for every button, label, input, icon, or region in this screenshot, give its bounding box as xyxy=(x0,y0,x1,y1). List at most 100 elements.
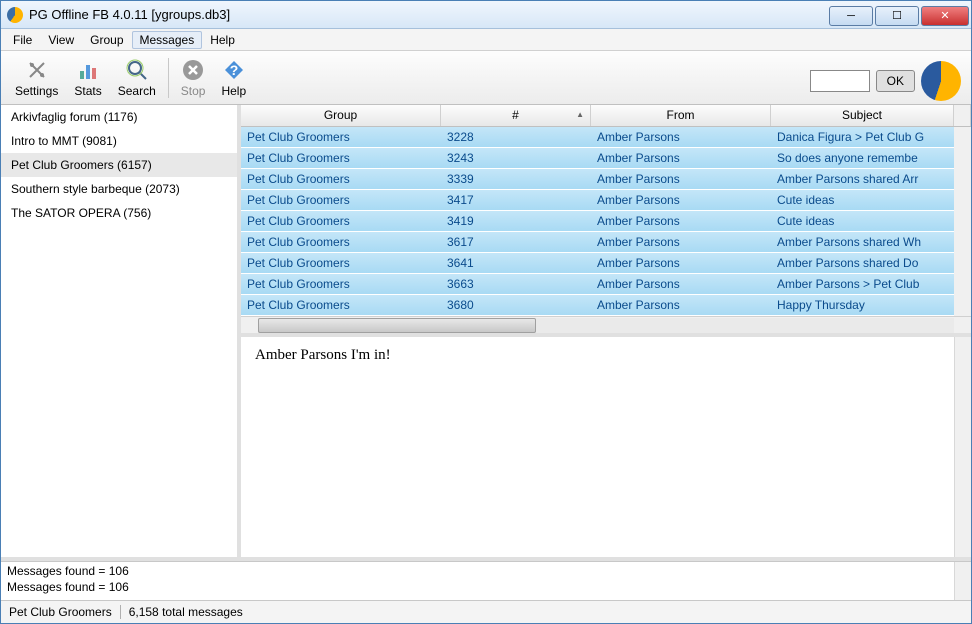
cell-from: Amber Parsons xyxy=(591,235,771,249)
cell-subject: Cute ideas xyxy=(771,214,971,228)
cell-from: Amber Parsons xyxy=(591,130,771,144)
cell-subject: Happy Thursday xyxy=(771,298,971,312)
titlebar[interactable]: PG Offline FB 4.0.11 [ygroups.db3] ─ ☐ ✕ xyxy=(1,1,971,29)
sidebar-group-item[interactable]: Intro to MMT (9081) xyxy=(1,129,237,153)
grid-header: Group #▲ From Subject xyxy=(241,105,971,127)
cell-group: Pet Club Groomers xyxy=(241,172,441,186)
log-panel: Messages found = 106 Messages found = 10… xyxy=(1,561,971,601)
ok-button[interactable]: OK xyxy=(876,70,915,92)
cell-number: 3663 xyxy=(441,277,591,291)
cell-from: Amber Parsons xyxy=(591,193,771,207)
cell-number: 3339 xyxy=(441,172,591,186)
cell-group: Pet Club Groomers xyxy=(241,214,441,228)
minimize-button[interactable]: ─ xyxy=(829,6,873,26)
cell-from: Amber Parsons xyxy=(591,172,771,186)
message-grid: Group #▲ From Subject Pet Club Groomers3… xyxy=(241,105,971,337)
stop-button[interactable]: Stop xyxy=(175,56,212,100)
cell-subject: Amber Parsons shared Do xyxy=(771,256,971,270)
status-total: 6,158 total messages xyxy=(129,605,243,619)
log-line: Messages found = 106 xyxy=(7,580,965,596)
cell-number: 3419 xyxy=(441,214,591,228)
status-bar: Pet Club Groomers 6,158 total messages xyxy=(1,601,971,623)
table-row[interactable]: Pet Club Groomers3228Amber ParsonsDanica… xyxy=(241,127,971,148)
preview-text: Amber Parsons I'm in! xyxy=(255,347,391,363)
cell-from: Amber Parsons xyxy=(591,277,771,291)
horizontal-scrollbar[interactable] xyxy=(241,316,971,333)
app-window: PG Offline FB 4.0.11 [ygroups.db3] ─ ☐ ✕… xyxy=(0,0,972,624)
column-subject[interactable]: Subject xyxy=(771,105,954,126)
cell-subject: Cute ideas xyxy=(771,193,971,207)
cell-subject: Amber Parsons shared Wh xyxy=(771,235,971,249)
sidebar-group-item[interactable]: Southern style barbeque (2073) xyxy=(1,177,237,201)
cell-from: Amber Parsons xyxy=(591,151,771,165)
preview-scrollbar[interactable] xyxy=(954,337,971,557)
cell-group: Pet Club Groomers xyxy=(241,277,441,291)
maximize-button[interactable]: ☐ xyxy=(875,6,919,26)
sidebar-group-item[interactable]: Pet Club Groomers (6157) xyxy=(1,153,237,177)
stats-icon xyxy=(76,58,100,82)
search-input[interactable] xyxy=(810,70,870,92)
toolbar: Settings Stats Search Stop ? Help OK xyxy=(1,51,971,105)
cell-subject: Amber Parsons shared Arr xyxy=(771,172,971,186)
vertical-scrollbar[interactable] xyxy=(954,127,971,316)
cell-group: Pet Club Groomers xyxy=(241,130,441,144)
cell-subject: Amber Parsons > Pet Club xyxy=(771,277,971,291)
cell-group: Pet Club Groomers xyxy=(241,151,441,165)
help-icon: ? xyxy=(222,58,246,82)
table-row[interactable]: Pet Club Groomers3663Amber ParsonsAmber … xyxy=(241,274,971,295)
cell-number: 3641 xyxy=(441,256,591,270)
scrollbar-thumb[interactable] xyxy=(258,318,536,333)
table-row[interactable]: Pet Club Groomers3641Amber ParsonsAmber … xyxy=(241,253,971,274)
table-row[interactable]: Pet Club Groomers3617Amber ParsonsAmber … xyxy=(241,232,971,253)
scroll-corner xyxy=(954,105,971,126)
close-button[interactable]: ✕ xyxy=(921,6,969,26)
cell-group: Pet Club Groomers xyxy=(241,298,441,312)
grid-body[interactable]: Pet Club Groomers3228Amber ParsonsDanica… xyxy=(241,127,971,316)
cell-group: Pet Club Groomers xyxy=(241,235,441,249)
settings-button[interactable]: Settings xyxy=(9,56,64,100)
status-group: Pet Club Groomers xyxy=(9,605,112,619)
search-button[interactable]: Search xyxy=(112,56,162,100)
stats-button[interactable]: Stats xyxy=(68,56,107,100)
groups-sidebar: Arkivfaglig forum (1176)Intro to MMT (90… xyxy=(1,105,241,557)
menu-group[interactable]: Group xyxy=(82,31,131,49)
menu-messages[interactable]: Messages xyxy=(132,31,203,49)
window-title: PG Offline FB 4.0.11 [ygroups.db3] xyxy=(29,7,829,22)
app-logo-icon xyxy=(921,61,961,101)
cell-subject: So does anyone remembe xyxy=(771,151,971,165)
search-icon xyxy=(125,58,149,82)
column-number[interactable]: #▲ xyxy=(441,105,591,126)
cell-number: 3617 xyxy=(441,235,591,249)
cell-number: 3417 xyxy=(441,193,591,207)
table-row[interactable]: Pet Club Groomers3339Amber ParsonsAmber … xyxy=(241,169,971,190)
cell-number: 3680 xyxy=(441,298,591,312)
table-row[interactable]: Pet Club Groomers3680Amber ParsonsHappy … xyxy=(241,295,971,316)
sidebar-group-item[interactable]: Arkivfaglig forum (1176) xyxy=(1,105,237,129)
settings-icon xyxy=(25,58,49,82)
column-from[interactable]: From xyxy=(591,105,771,126)
table-row[interactable]: Pet Club Groomers3417Amber ParsonsCute i… xyxy=(241,190,971,211)
toolbar-separator xyxy=(168,58,169,98)
menu-view[interactable]: View xyxy=(40,31,82,49)
cell-from: Amber Parsons xyxy=(591,214,771,228)
cell-group: Pet Club Groomers xyxy=(241,256,441,270)
log-line: Messages found = 106 xyxy=(7,564,965,580)
sort-asc-icon: ▲ xyxy=(576,110,584,119)
svg-text:?: ? xyxy=(230,62,239,78)
cell-from: Amber Parsons xyxy=(591,256,771,270)
cell-group: Pet Club Groomers xyxy=(241,193,441,207)
log-scrollbar[interactable] xyxy=(954,562,971,600)
cell-from: Amber Parsons xyxy=(591,298,771,312)
menu-help[interactable]: Help xyxy=(202,31,243,49)
table-row[interactable]: Pet Club Groomers3243Amber ParsonsSo doe… xyxy=(241,148,971,169)
menubar: File View Group Messages Help xyxy=(1,29,971,51)
menu-file[interactable]: File xyxy=(5,31,40,49)
table-row[interactable]: Pet Club Groomers3419Amber ParsonsCute i… xyxy=(241,211,971,232)
cell-number: 3228 xyxy=(441,130,591,144)
help-button[interactable]: ? Help xyxy=(215,56,252,100)
sidebar-group-item[interactable]: The SATOR OPERA (756) xyxy=(1,201,237,225)
cell-number: 3243 xyxy=(441,151,591,165)
cell-subject: Danica Figura > Pet Club G xyxy=(771,130,971,144)
column-group[interactable]: Group xyxy=(241,105,441,126)
app-icon xyxy=(7,7,23,23)
